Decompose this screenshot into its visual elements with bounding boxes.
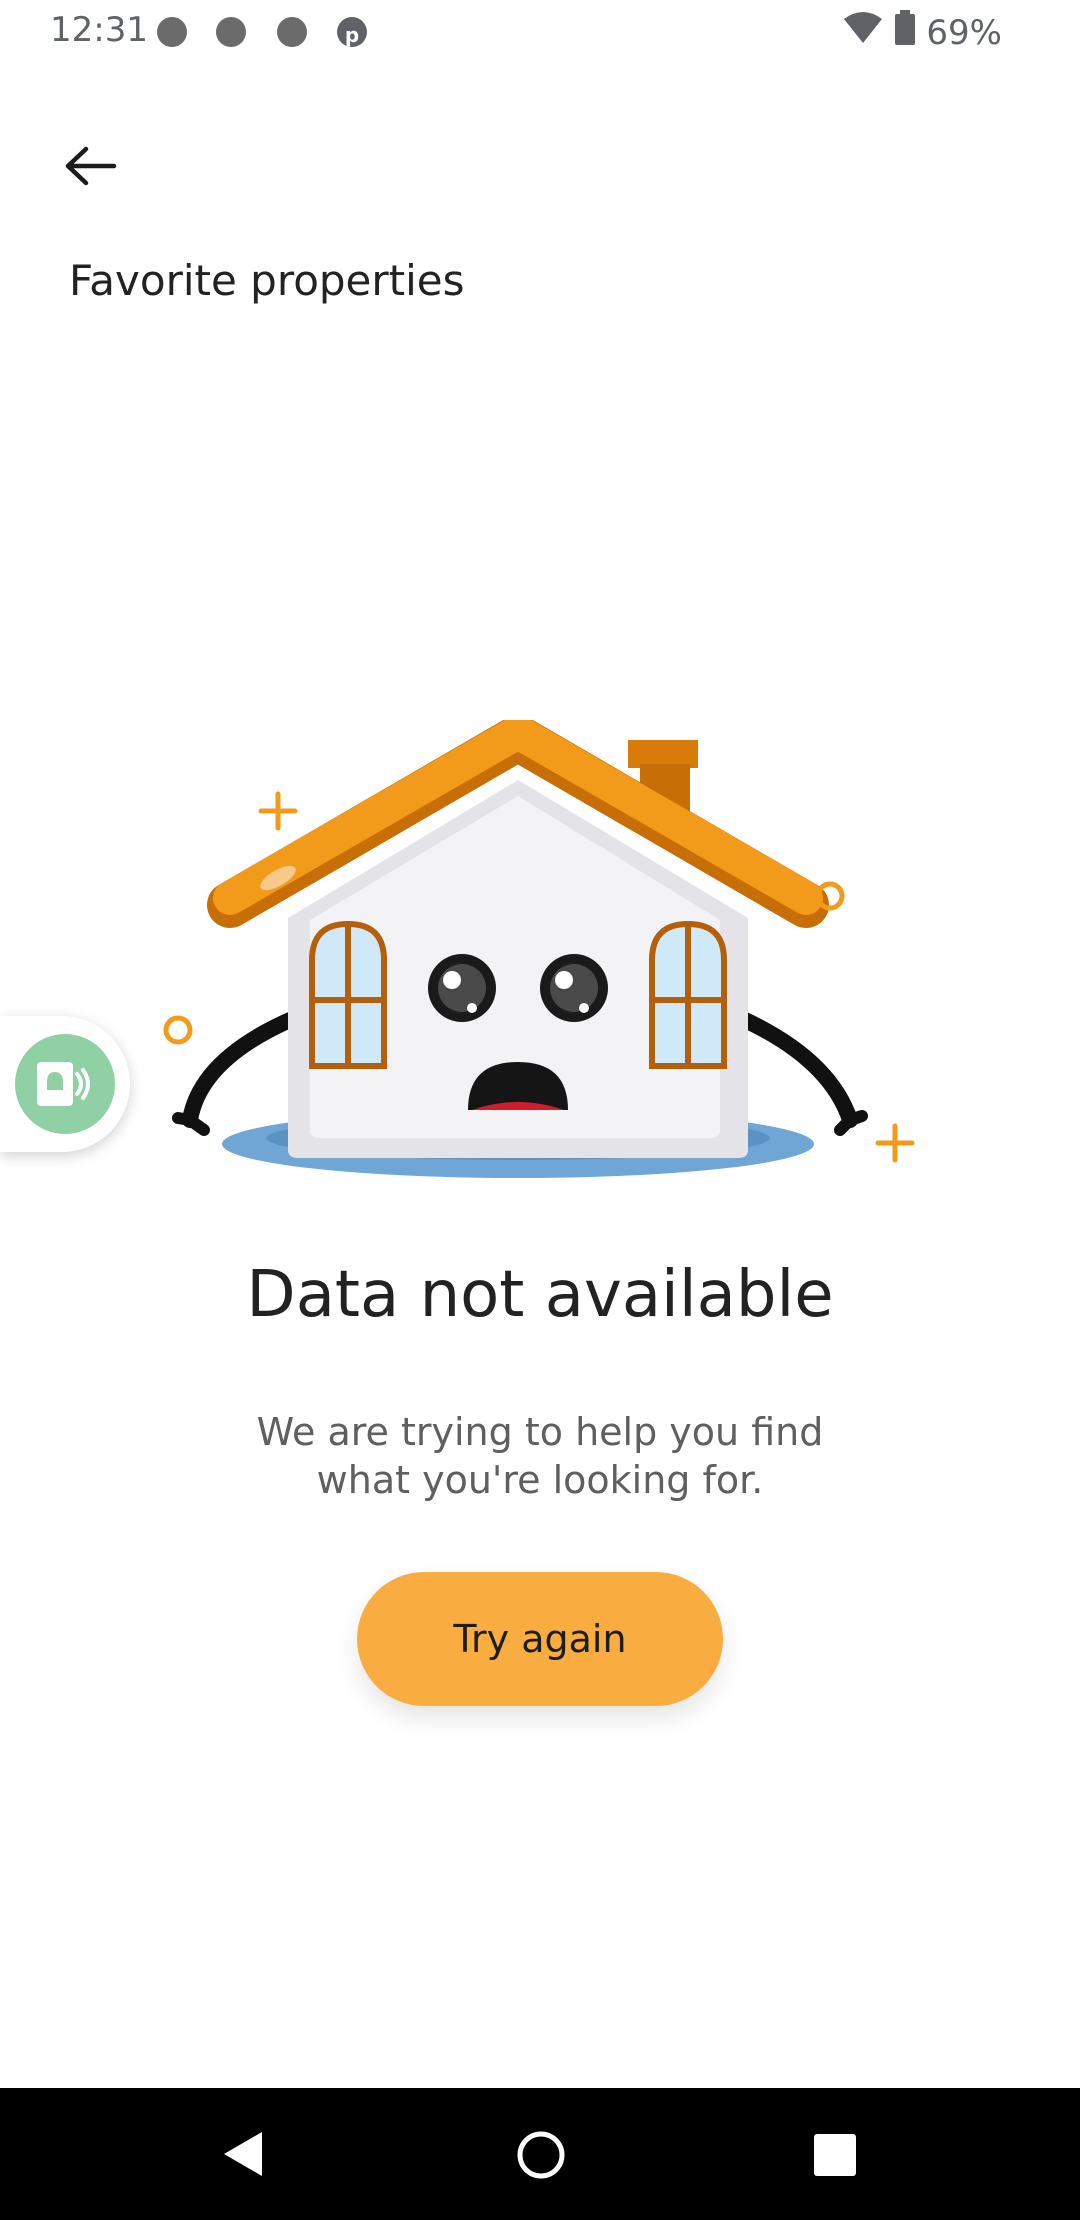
battery-percentage: 69% bbox=[926, 12, 1002, 53]
notification-icon bbox=[277, 17, 307, 47]
wifi-icon bbox=[842, 11, 884, 54]
try-again-button[interactable]: Try again bbox=[357, 1572, 723, 1706]
app-bubble-icon bbox=[15, 1034, 115, 1134]
notification-icon bbox=[157, 17, 187, 47]
back-button[interactable] bbox=[56, 136, 126, 196]
page-title: Favorite properties bbox=[69, 256, 465, 305]
empty-state-title: Data not available bbox=[246, 1258, 834, 1332]
arrow-left-icon bbox=[65, 146, 117, 186]
back-icon[interactable] bbox=[222, 2130, 264, 2178]
notification-icon bbox=[216, 17, 246, 47]
pinterest-icon: p bbox=[337, 17, 367, 47]
empty-state-message: We are trying to help you find what you'… bbox=[256, 1410, 824, 1502]
system-nav-bar bbox=[0, 2088, 1080, 2220]
battery-icon bbox=[894, 10, 916, 55]
sad-house-illustration bbox=[163, 720, 915, 1178]
floating-widget[interactable] bbox=[0, 1016, 130, 1152]
status-bar: 12:31 p 69% bbox=[0, 0, 1080, 66]
svg-text:p: p bbox=[345, 23, 359, 47]
recents-icon[interactable] bbox=[814, 2134, 856, 2176]
status-time: 12:31 bbox=[50, 10, 148, 50]
home-icon[interactable] bbox=[516, 2130, 566, 2180]
